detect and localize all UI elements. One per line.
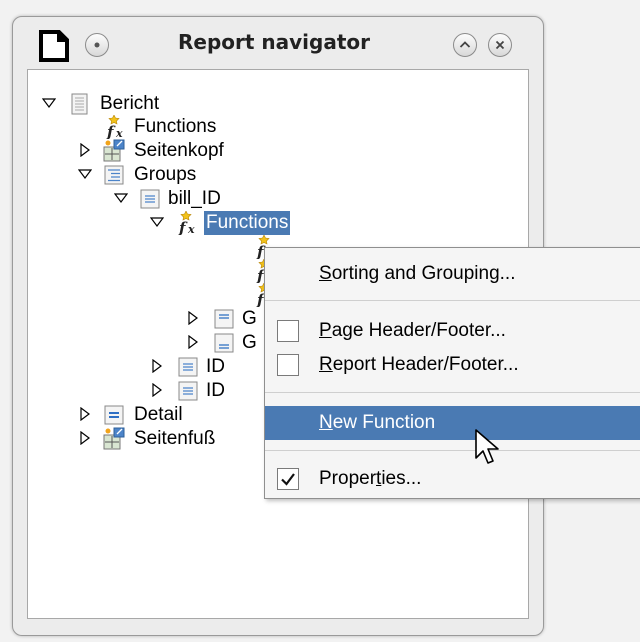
checkmark-icon [281, 473, 295, 486]
function-icon: fx [178, 211, 195, 235]
tree-label: Seitenfuß [134, 428, 216, 449]
collapsed-arrow-icon[interactable] [150, 359, 164, 373]
menu-item-page-header-footer[interactable]: Page Header/Footer... [265, 314, 640, 348]
group-icon [178, 381, 198, 401]
menu-item-label: Report Header/Footer... [319, 354, 519, 375]
group-header-icon [214, 309, 234, 329]
svg-text:x: x [115, 127, 123, 139]
menu-button[interactable] [85, 33, 109, 57]
tree-item-bericht[interactable]: Bericht [28, 92, 328, 116]
menu-item-label: Page Header/Footer... [319, 320, 506, 341]
page-section-icon [103, 427, 125, 450]
collapsed-arrow-icon[interactable] [78, 431, 92, 445]
maximize-button[interactable] [453, 33, 477, 57]
function-icon: fx [106, 115, 123, 139]
tree-label: ID [206, 380, 225, 401]
svg-text:f: f [106, 123, 116, 139]
menu-item-new-function[interactable]: New Function [265, 406, 640, 440]
page-section-icon [103, 139, 125, 162]
tree-item-functions[interactable]: fx Functions [28, 115, 328, 139]
close-icon [495, 40, 505, 50]
group-footer-icon [214, 333, 234, 353]
tree-item-bill-functions[interactable]: fx Functions [28, 211, 428, 235]
menu-item-report-header-footer[interactable]: Report Header/Footer... [265, 348, 640, 382]
group-icon [140, 189, 160, 209]
tree-label: G [242, 332, 257, 353]
svg-text:x: x [187, 223, 195, 235]
expanded-arrow-icon[interactable] [42, 96, 56, 110]
document-icon [39, 30, 69, 62]
menu-item-label: New Function [319, 412, 436, 433]
tree-label: Detail [134, 404, 183, 425]
chevron-up-icon [459, 41, 471, 48]
menu-item-sorting-grouping[interactable]: Sorting and Grouping... [265, 257, 640, 291]
menu-separator [265, 392, 640, 393]
collapsed-arrow-icon[interactable] [150, 383, 164, 397]
tree-label: Seitenkopf [134, 140, 224, 161]
tree-label: Groups [134, 164, 197, 185]
close-button[interactable] [488, 33, 512, 57]
tree-item-page-header[interactable]: Seitenkopf [28, 139, 328, 163]
expanded-arrow-icon[interactable] [150, 215, 164, 229]
detail-icon [104, 405, 124, 425]
report-document-icon [71, 93, 88, 115]
menu-item-properties[interactable]: Properties... [265, 462, 640, 496]
tree-label: bill_ID [168, 188, 221, 209]
expanded-arrow-icon[interactable] [78, 167, 92, 181]
groups-icon [104, 165, 124, 185]
properties-checkbox[interactable] [277, 468, 299, 490]
collapsed-arrow-icon[interactable] [78, 143, 92, 157]
tree-item-groups[interactable]: Groups [28, 163, 328, 187]
report-header-footer-checkbox[interactable] [277, 354, 299, 376]
title-bar[interactable]: Report navigator [13, 17, 543, 69]
menu-separator [265, 450, 640, 451]
mouse-pointer-icon [475, 429, 499, 464]
expanded-arrow-icon[interactable] [114, 191, 128, 205]
context-menu: Sorting and Grouping... Page Header/Foot… [264, 247, 640, 499]
menu-item-label: Properties... [319, 468, 422, 489]
tree-item-bill-id[interactable]: bill_ID [28, 187, 328, 211]
dot-icon [94, 42, 100, 48]
tree-label-selected: Functions [204, 211, 291, 235]
collapsed-arrow-icon[interactable] [186, 335, 200, 349]
collapsed-arrow-icon[interactable] [78, 407, 92, 421]
menu-separator [265, 300, 640, 301]
tree-label: Bericht [100, 93, 160, 114]
window-title: Report navigator [178, 30, 371, 54]
tree-label: Functions [134, 116, 217, 137]
tree-label: G [242, 308, 257, 329]
svg-text:f: f [178, 219, 188, 235]
tree-label: ID [206, 356, 225, 377]
page-header-footer-checkbox[interactable] [277, 320, 299, 342]
menu-item-label: Sorting and Grouping... [319, 263, 516, 284]
collapsed-arrow-icon[interactable] [186, 311, 200, 325]
group-icon [178, 357, 198, 377]
